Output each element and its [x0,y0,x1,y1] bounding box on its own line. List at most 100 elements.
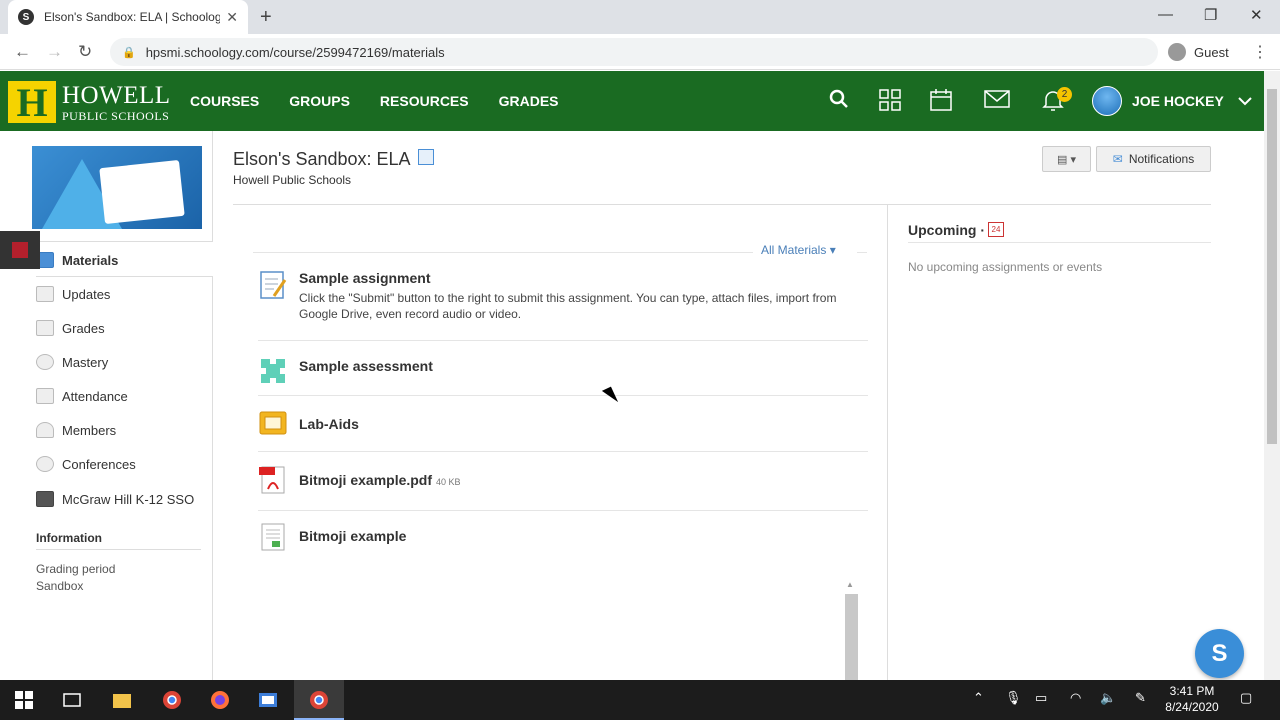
microphone-icon[interactable]: 🎙 [1005,690,1022,706]
sidebar-item-label: Members [62,422,117,438]
material-divider [258,340,868,341]
folder-icon [259,411,287,435]
chrome-icon[interactable] [162,690,182,710]
attendance-icon [36,388,54,404]
taskbar-clock[interactable]: 3:41 PM 8/24/2020 [1162,683,1222,715]
search-icon[interactable] [829,89,849,115]
material-divider [258,451,868,452]
page-scrollbar[interactable] [1264,71,1280,680]
nav-resources[interactable]: RESOURCES [380,93,469,109]
browser-menu-icon[interactable]: ⋮ [1252,42,1268,62]
notifications-button[interactable]: ✉ Notifications [1096,146,1211,172]
notifications-button-label: Notifications [1128,152,1195,166]
grading-period: Grading period Sandbox [36,561,115,595]
guest-avatar-icon [1168,43,1186,61]
sidebar-item-label: Materials [62,252,119,268]
material-name[interactable]: Sample assessment [299,358,433,374]
app-window-icon[interactable] [258,690,278,710]
back-icon[interactable]: ← [14,42,31,62]
sidebar-item-updates[interactable]: Updates [36,284,110,304]
close-tab-icon[interactable]: ✕ [226,9,238,26]
material-name[interactable]: Sample assignment [299,270,431,286]
course-sidebar: Materials Updates Grades Mastery Attenda… [0,131,213,680]
column-divider [887,205,888,680]
material-divider [258,395,868,396]
volume-icon[interactable]: 🔈 [1100,690,1116,706]
materials-scrollbar[interactable] [845,594,858,680]
pen-icon[interactable]: ✎ [1135,690,1146,706]
sidebar-item-label: Attendance [62,388,128,404]
battery-icon[interactable]: ▭ [1035,690,1047,706]
sidebar-item-mastery[interactable]: Mastery [36,352,108,372]
user-menu[interactable]: JOE HOCKEY [1092,86,1252,116]
grading-period-label: Grading period [36,562,116,576]
caret-down-icon: ▾ [829,243,836,257]
course-info-icon[interactable] [418,149,434,165]
filter-divider [253,252,753,253]
window-close-icon[interactable]: ✕ [1250,6,1263,24]
header-divider [233,204,1211,205]
sidebar-item-members[interactable]: Members [36,420,116,440]
sidebar-item-attendance[interactable]: Attendance [36,386,128,406]
windows-start-icon[interactable] [14,690,34,710]
material-name[interactable]: Lab-Aids [299,416,359,432]
sidebar-item-materials[interactable]: Materials [36,250,118,270]
reload-icon[interactable]: ↻ [78,42,92,62]
upcoming-divider [908,242,1211,243]
conferences-icon [36,456,54,472]
forward-icon[interactable]: → [46,42,63,62]
sidebar-item-label: Mastery [62,354,109,370]
stop-icon [12,242,28,258]
new-tab-icon[interactable]: + [260,6,272,29]
active-chrome-taskbar-item[interactable] [294,680,344,720]
material-name[interactable]: Bitmoji example.pdf 40 KB [299,472,461,488]
sidebar-item-conferences[interactable]: Conferences [36,454,136,474]
page-icon [261,523,285,551]
scroll-up-arrow-icon[interactable]: ▲ [846,580,854,589]
materials-filter-dropdown[interactable]: All Materials ▾ [761,243,836,257]
page-scrollbar-thumb[interactable] [1267,89,1277,444]
schoology-help-button[interactable]: S [1195,629,1244,678]
action-center-icon[interactable]: ▢ [1240,690,1252,706]
nav-courses[interactable]: COURSES [190,93,259,109]
assignment-icon [260,271,287,299]
upcoming-calendar-icon[interactable]: 24 [988,222,1004,237]
logo-subtitle: PUBLIC SCHOOLS [62,108,170,123]
clock-time: 3:41 PM [1169,684,1215,698]
file-explorer-icon[interactable] [112,690,132,710]
browser-tab-bar: S Elson's Sandbox: ELA | Schoology ✕ + —… [0,0,1280,34]
url-input[interactable]: 🔒 hpsmi.schoology.com/course/2599472169/… [110,38,1158,66]
nav-grades[interactable]: GRADES [499,93,559,109]
browser-tab[interactable]: S Elson's Sandbox: ELA | Schoology ✕ [8,0,248,34]
material-name-text: Bitmoji example.pdf [299,472,433,488]
howell-logo[interactable]: H HOWELL PUBLIC SCHOOLS [8,80,171,125]
lock-icon: 🔒 [122,46,136,59]
calendar-icon[interactable] [930,89,952,117]
firefox-icon[interactable] [210,690,230,710]
course-subtitle[interactable]: Howell Public Schools [233,173,351,187]
restore-icon[interactable]: ❐ [1204,6,1217,24]
upcoming-title: Upcoming · [908,222,986,238]
apps-grid-icon[interactable] [879,89,901,117]
nav-groups[interactable]: GROUPS [289,93,350,109]
recording-stop-button[interactable] [0,231,40,269]
information-heading: Information [36,531,201,550]
course-image [32,146,202,229]
wifi-icon[interactable]: ◠ [1070,690,1081,706]
task-view-icon[interactable] [62,690,82,710]
messages-icon[interactable] [984,89,1010,115]
view-options-button[interactable]: ▤ ▾ [1042,146,1091,172]
url-text: hpsmi.schoology.com/course/2599472169/ma… [145,44,445,60]
pdf-icon [259,466,285,494]
list-view-icon: ▤ ▾ [1057,153,1076,166]
chevron-down-icon [1238,93,1252,109]
grades-icon [36,320,54,336]
sidebar-item-grades[interactable]: Grades [36,318,105,338]
profile-button[interactable]: Guest [1168,40,1229,64]
sidebar-item-mcgraw-hill[interactable]: McGraw Hill K-12 SSO [36,489,194,509]
members-icon [36,422,54,438]
logo-letter: H [8,80,56,125]
show-hidden-icons-icon[interactable]: ⌃ [973,690,984,706]
minimize-icon[interactable]: — [1158,6,1173,23]
material-name[interactable]: Bitmoji example [299,528,406,544]
